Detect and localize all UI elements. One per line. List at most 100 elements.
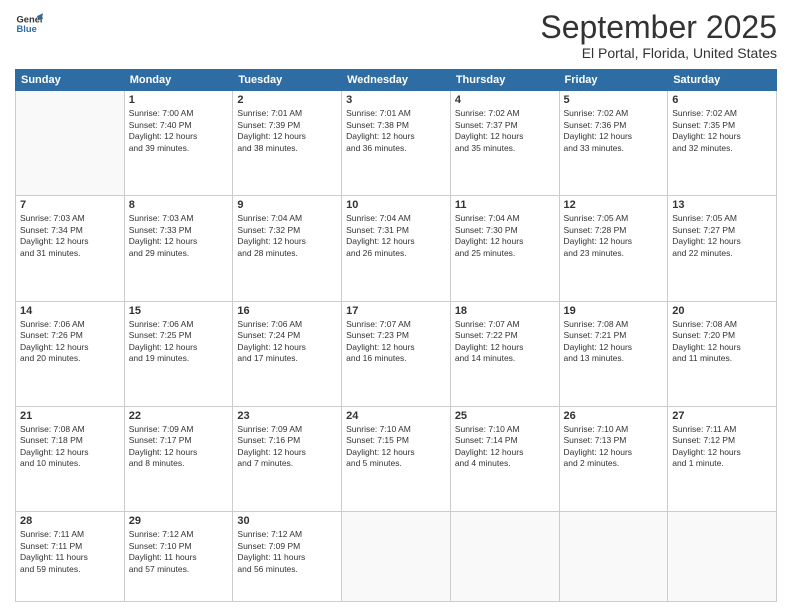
cell-content: Sunrise: 7:11 AM Sunset: 7:11 PM Dayligh… (20, 529, 120, 575)
header: General Blue September 2025 El Portal, F… (15, 10, 777, 61)
logo-icon: General Blue (15, 10, 43, 38)
cell-content: Sunrise: 7:12 AM Sunset: 7:10 PM Dayligh… (129, 529, 229, 575)
cell-content: Sunrise: 7:03 AM Sunset: 7:34 PM Dayligh… (20, 213, 120, 259)
day-number: 28 (20, 515, 120, 527)
calendar-cell: 11 Sunrise: 7:04 AM Sunset: 7:30 PM Dayli… (450, 196, 559, 301)
cell-content: Sunrise: 7:01 AM Sunset: 7:38 PM Dayligh… (346, 108, 446, 154)
cell-content: Sunrise: 7:04 AM Sunset: 7:32 PM Dayligh… (237, 213, 337, 259)
day-number: 11 (455, 199, 555, 211)
day-number: 8 (129, 199, 229, 211)
cell-content: Sunrise: 7:10 AM Sunset: 7:14 PM Dayligh… (455, 424, 555, 470)
header-friday: Friday (559, 70, 668, 91)
calendar-cell: 19 Sunrise: 7:08 AM Sunset: 7:21 PM Dayli… (559, 301, 668, 406)
calendar-cell: 29 Sunrise: 7:12 AM Sunset: 7:10 PM Dayli… (124, 512, 233, 602)
cell-content: Sunrise: 7:08 AM Sunset: 7:20 PM Dayligh… (672, 319, 772, 365)
day-number: 14 (20, 305, 120, 317)
calendar-cell: 12Sunrise: 7:05 AM Sunset: 7:28 PM Dayli… (559, 196, 668, 301)
day-number: 23 (237, 410, 337, 422)
title-block: September 2025 El Portal, Florida, Unite… (540, 10, 777, 61)
day-number: 2 (237, 94, 337, 106)
cell-content: Sunrise: 7:04 AM Sunset: 7:30 PM Dayligh… (455, 213, 555, 259)
calendar-week-1: 7 Sunrise: 7:03 AM Sunset: 7:34 PM Daylig… (16, 196, 777, 301)
calendar-week-4: 28 Sunrise: 7:11 AM Sunset: 7:11 PM Dayli… (16, 512, 777, 602)
day-number: 7 (20, 199, 120, 211)
calendar-cell: 7 Sunrise: 7:03 AM Sunset: 7:34 PM Daylig… (16, 196, 125, 301)
month-title: September 2025 (540, 10, 777, 45)
day-number: 21 (20, 410, 120, 422)
calendar-cell: 1 Sunrise: 7:00 AM Sunset: 7:40 PM Daylig… (124, 91, 233, 196)
cell-content: Sunrise: 7:10 AM Sunset: 7:15 PM Dayligh… (346, 424, 446, 470)
cell-content: Sunrise: 7:06 AM Sunset: 7:24 PM Dayligh… (237, 319, 337, 365)
cell-content: Sunrise: 7:06 AM Sunset: 7:26 PM Dayligh… (20, 319, 120, 365)
cell-content: Sunrise: 7:02 AM Sunset: 7:37 PM Dayligh… (455, 108, 555, 154)
svg-text:Blue: Blue (17, 24, 37, 34)
cell-content: Sunrise: 7:10 AM Sunset: 7:13 PM Dayligh… (564, 424, 664, 470)
day-number: 29 (129, 515, 229, 527)
day-number: 3 (346, 94, 446, 106)
day-number: 16 (237, 305, 337, 317)
cell-content: Sunrise: 7:00 AM Sunset: 7:40 PM Dayligh… (129, 108, 229, 154)
day-number: 17 (346, 305, 446, 317)
cell-content: Sunrise: 7:09 AM Sunset: 7:17 PM Dayligh… (129, 424, 229, 470)
calendar-cell (342, 512, 451, 602)
calendar-cell: 6Sunrise: 7:02 AM Sunset: 7:35 PM Daylig… (668, 91, 777, 196)
header-wednesday: Wednesday (342, 70, 451, 91)
header-monday: Monday (124, 70, 233, 91)
calendar-cell: 25 Sunrise: 7:10 AM Sunset: 7:14 PM Dayli… (450, 406, 559, 511)
calendar-cell: 15Sunrise: 7:06 AM Sunset: 7:25 PM Dayli… (124, 301, 233, 406)
day-number: 27 (672, 410, 772, 422)
calendar-cell: 2 Sunrise: 7:01 AM Sunset: 7:39 PM Daylig… (233, 91, 342, 196)
cell-content: Sunrise: 7:04 AM Sunset: 7:31 PM Dayligh… (346, 213, 446, 259)
calendar-cell: 27 Sunrise: 7:11 AM Sunset: 7:12 PM Dayli… (668, 406, 777, 511)
day-number: 30 (237, 515, 337, 527)
calendar-body: 1 Sunrise: 7:00 AM Sunset: 7:40 PM Daylig… (16, 91, 777, 602)
weekday-header-row: Sunday Monday Tuesday Wednesday Thursday… (16, 70, 777, 91)
calendar-cell: 10 Sunrise: 7:04 AM Sunset: 7:31 PM Dayli… (342, 196, 451, 301)
cell-content: Sunrise: 7:07 AM Sunset: 7:23 PM Dayligh… (346, 319, 446, 365)
header-saturday: Saturday (668, 70, 777, 91)
calendar-cell (450, 512, 559, 602)
cell-content: Sunrise: 7:08 AM Sunset: 7:21 PM Dayligh… (564, 319, 664, 365)
calendar-cell: 17 Sunrise: 7:07 AM Sunset: 7:23 PM Dayli… (342, 301, 451, 406)
calendar-cell: 20 Sunrise: 7:08 AM Sunset: 7:20 PM Dayli… (668, 301, 777, 406)
cell-content: Sunrise: 7:11 AM Sunset: 7:12 PM Dayligh… (672, 424, 772, 470)
location-title: El Portal, Florida, United States (540, 45, 777, 61)
calendar-cell: 4 Sunrise: 7:02 AM Sunset: 7:37 PM Daylig… (450, 91, 559, 196)
header-sunday: Sunday (16, 70, 125, 91)
cell-content: Sunrise: 7:01 AM Sunset: 7:39 PM Dayligh… (237, 108, 337, 154)
day-number: 25 (455, 410, 555, 422)
logo: General Blue (15, 10, 43, 38)
calendar-cell: 18 Sunrise: 7:07 AM Sunset: 7:22 PM Dayli… (450, 301, 559, 406)
calendar-cell: 22Sunrise: 7:09 AM Sunset: 7:17 PM Dayli… (124, 406, 233, 511)
calendar-cell: 13Sunrise: 7:05 AM Sunset: 7:27 PM Dayli… (668, 196, 777, 301)
day-number: 20 (672, 305, 772, 317)
calendar-cell (668, 512, 777, 602)
cell-content: Sunrise: 7:09 AM Sunset: 7:16 PM Dayligh… (237, 424, 337, 470)
cell-content: Sunrise: 7:07 AM Sunset: 7:22 PM Dayligh… (455, 319, 555, 365)
cell-content: Sunrise: 7:05 AM Sunset: 7:27 PM Dayligh… (672, 213, 772, 259)
calendar-cell: 3 Sunrise: 7:01 AM Sunset: 7:38 PM Daylig… (342, 91, 451, 196)
calendar-week-2: 14 Sunrise: 7:06 AM Sunset: 7:26 PM Dayli… (16, 301, 777, 406)
cell-content: Sunrise: 7:02 AM Sunset: 7:36 PM Dayligh… (564, 108, 664, 154)
calendar-cell: 14 Sunrise: 7:06 AM Sunset: 7:26 PM Dayli… (16, 301, 125, 406)
day-number: 5 (564, 94, 664, 106)
day-number: 26 (564, 410, 664, 422)
calendar-cell: 21Sunrise: 7:08 AM Sunset: 7:18 PM Dayli… (16, 406, 125, 511)
day-number: 10 (346, 199, 446, 211)
day-number: 15 (129, 305, 229, 317)
calendar-cell: 28 Sunrise: 7:11 AM Sunset: 7:11 PM Dayli… (16, 512, 125, 602)
day-number: 6 (672, 94, 772, 106)
day-number: 1 (129, 94, 229, 106)
day-number: 19 (564, 305, 664, 317)
cell-content: Sunrise: 7:12 AM Sunset: 7:09 PM Dayligh… (237, 529, 337, 575)
day-number: 18 (455, 305, 555, 317)
calendar-cell: 16 Sunrise: 7:06 AM Sunset: 7:24 PM Dayli… (233, 301, 342, 406)
calendar-cell: 23 Sunrise: 7:09 AM Sunset: 7:16 PM Dayli… (233, 406, 342, 511)
calendar-cell: 9Sunrise: 7:04 AM Sunset: 7:32 PM Daylig… (233, 196, 342, 301)
day-number: 12 (564, 199, 664, 211)
cell-content: Sunrise: 7:03 AM Sunset: 7:33 PM Dayligh… (129, 213, 229, 259)
calendar-page: General Blue September 2025 El Portal, F… (0, 0, 792, 612)
day-number: 4 (455, 94, 555, 106)
calendar-cell: 5 Sunrise: 7:02 AM Sunset: 7:36 PM Daylig… (559, 91, 668, 196)
day-number: 24 (346, 410, 446, 422)
